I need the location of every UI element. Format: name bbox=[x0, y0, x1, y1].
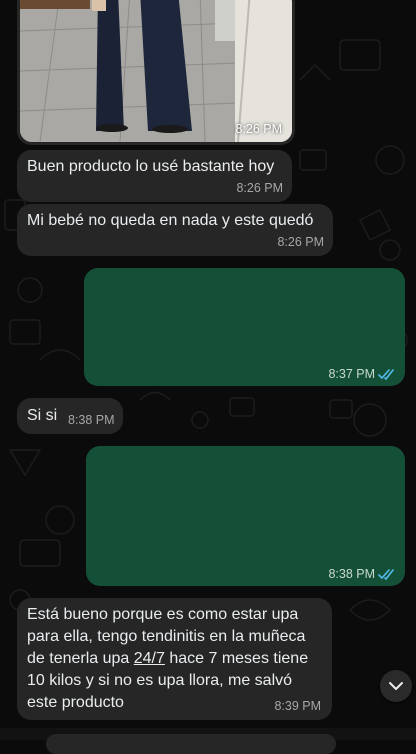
incoming-message[interactable]: Está bueno porque es como estar upa para… bbox=[17, 598, 332, 720]
message-line: de tenerla upa 24/7 hace 7 meses tiene bbox=[27, 648, 308, 670]
message-timestamp: 8:37 PM bbox=[328, 367, 375, 381]
message-line: 10 kilos y si no es upa llora, me salvó bbox=[27, 672, 293, 689]
incoming-message[interactable]: Buen producto lo usé bastante hoy 8:26 P… bbox=[17, 150, 292, 202]
message-line-start: de tenerla upa bbox=[27, 650, 134, 667]
message-input[interactable] bbox=[46, 734, 336, 754]
image-message[interactable]: 8:26 PM bbox=[17, 0, 295, 145]
message-timestamp: 8:38 PM bbox=[328, 567, 375, 581]
time-link[interactable]: 24/7 bbox=[134, 650, 165, 667]
message-line: Está bueno porque es como estar upa bbox=[27, 606, 299, 623]
message-timestamp: 8:26 PM bbox=[235, 122, 282, 136]
photo-image bbox=[20, 0, 292, 142]
scroll-to-bottom-button[interactable] bbox=[380, 670, 412, 702]
message-timestamp: 8:39 PM bbox=[274, 699, 321, 713]
message-text: Buen producto lo usé bastante hoy bbox=[27, 158, 275, 175]
double-check-icon bbox=[378, 369, 396, 380]
message-line: este producto bbox=[27, 694, 124, 711]
double-check-icon bbox=[378, 569, 396, 580]
message-text: Mi bebé no queda en nada y este quedó bbox=[27, 212, 314, 229]
message-line-end: hace 7 meses tiene bbox=[164, 650, 309, 667]
message-timestamp: 8:38 PM bbox=[68, 413, 115, 427]
outgoing-media-message[interactable]: 8:37 PM bbox=[84, 268, 405, 386]
message-timestamp: 8:26 PM bbox=[277, 235, 324, 249]
photo[interactable]: 8:26 PM bbox=[20, 0, 292, 142]
incoming-message[interactable]: Si si 8:38 PM bbox=[17, 398, 123, 434]
incoming-message[interactable]: Mi bebé no queda en nada y este quedó 8:… bbox=[17, 204, 333, 256]
chevron-down-icon bbox=[389, 682, 403, 690]
outgoing-media-message[interactable]: 8:38 PM bbox=[86, 446, 405, 586]
message-line: para ella, tengo tendinitis en la muñeca bbox=[27, 628, 306, 645]
message-timestamp: 8:26 PM bbox=[236, 181, 283, 195]
message-text: Si si bbox=[27, 407, 58, 424]
